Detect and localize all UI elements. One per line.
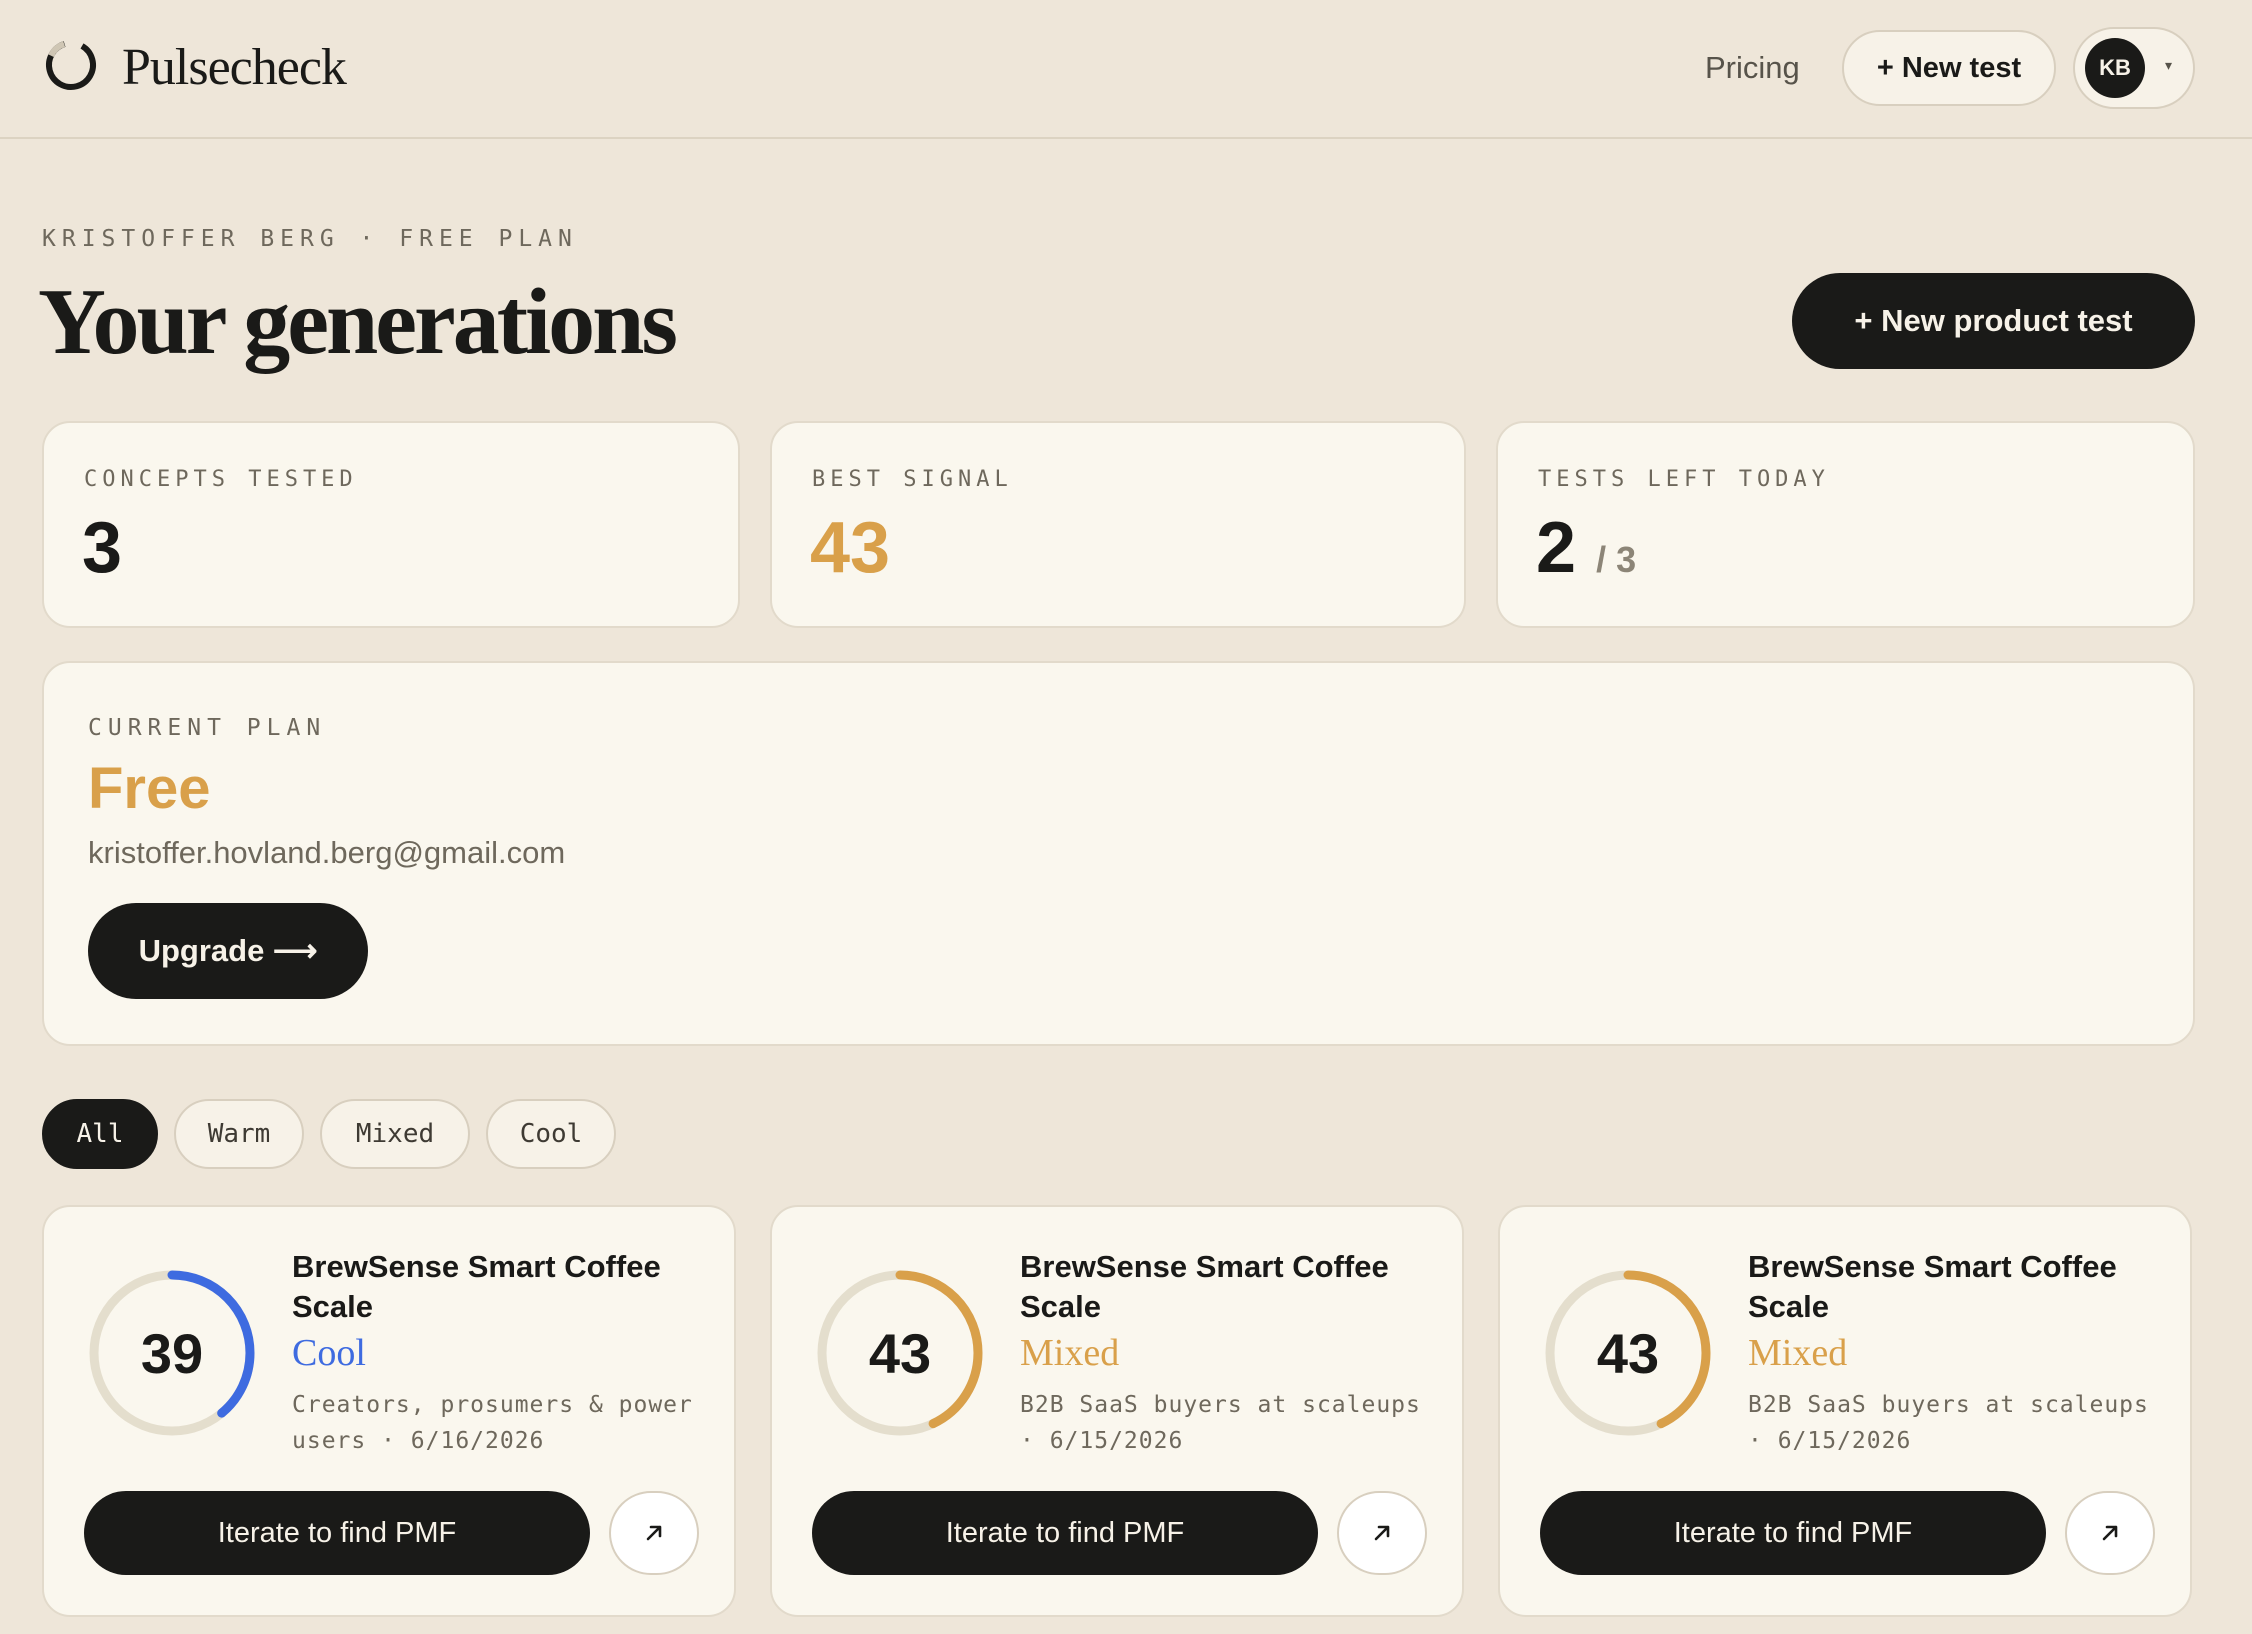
signal-label: Cool bbox=[292, 1332, 366, 1374]
filter-mixed[interactable]: Mixed bbox=[320, 1099, 470, 1169]
open-result-button[interactable] bbox=[609, 1491, 699, 1575]
open-result-button[interactable] bbox=[2065, 1491, 2155, 1575]
top-bar: Pulsecheck Pricing + New test KB ▾ bbox=[0, 0, 2252, 139]
iterate-button[interactable]: Iterate to find PMF bbox=[812, 1491, 1318, 1575]
stat-label: TESTS LEFT TODAY bbox=[1538, 467, 1830, 492]
stat-label: BEST SIGNAL bbox=[812, 467, 1013, 492]
stat-label: CONCEPTS TESTED bbox=[84, 467, 358, 492]
plan-name: Free bbox=[88, 756, 211, 821]
account-email: kristoffer.hovland.berg@gmail.com bbox=[88, 835, 566, 870]
result-card[interactable]: 43 BrewSense Smart Coffee Scale Mixed B2… bbox=[770, 1205, 1464, 1617]
open-result-button[interactable] bbox=[1337, 1491, 1427, 1575]
result-card[interactable]: 39 BrewSense Smart Coffee Scale Cool Cre… bbox=[42, 1205, 736, 1617]
new-product-test-button[interactable]: + New product test bbox=[1792, 273, 2195, 369]
result-meta: Creators, prosumers & power users · 6/16… bbox=[292, 1392, 693, 1454]
stat-card-tests-left: TESTS LEFT TODAY 2 / 3 bbox=[1496, 421, 2195, 628]
chevron-down-icon: ▾ bbox=[2165, 57, 2173, 73]
result-title: BrewSense Smart Coffee Scale bbox=[292, 1249, 661, 1324]
tests-left-total: / 3 bbox=[1596, 539, 1637, 580]
page-title: Your generations bbox=[38, 270, 678, 374]
score-ring: 39 bbox=[86, 1267, 258, 1439]
result-title: BrewSense Smart Coffee Scale bbox=[1748, 1249, 2117, 1324]
signal-label: Mixed bbox=[1748, 1332, 1848, 1374]
stat-card-concepts: CONCEPTS TESTED 3 bbox=[42, 421, 740, 628]
tests-left-count: 2 bbox=[1536, 508, 1577, 588]
filter-cool[interactable]: Cool bbox=[486, 1099, 616, 1169]
iterate-button[interactable]: Iterate to find PMF bbox=[1540, 1491, 2046, 1575]
filter-warm[interactable]: Warm bbox=[174, 1099, 304, 1169]
upgrade-button[interactable]: Upgrade ⟶ bbox=[88, 903, 368, 999]
result-card[interactable]: 43 BrewSense Smart Coffee Scale Mixed B2… bbox=[1498, 1205, 2192, 1617]
account-eyebrow: KRISTOFFER BERG · FREE PLAN bbox=[42, 226, 578, 252]
app-name: Pulsecheck bbox=[122, 39, 347, 96]
plan-label: CURRENT PLAN bbox=[88, 715, 327, 741]
stat-value: 3 bbox=[82, 508, 123, 588]
pricing-link[interactable]: Pricing bbox=[1705, 50, 1800, 86]
score-value: 43 bbox=[1596, 1321, 1660, 1385]
arrow-up-right-icon bbox=[2102, 1525, 2118, 1541]
score-ring: 43 bbox=[1542, 1267, 1714, 1439]
arrow-up-right-icon bbox=[1374, 1525, 1390, 1541]
logo-ring-icon bbox=[42, 36, 100, 99]
user-menu[interactable]: KB ▾ bbox=[2073, 27, 2195, 109]
iterate-button[interactable]: Iterate to find PMF bbox=[84, 1491, 590, 1575]
result-title: BrewSense Smart Coffee Scale bbox=[1020, 1249, 1389, 1324]
score-ring: 43 bbox=[814, 1267, 986, 1439]
stat-value: 43 bbox=[810, 508, 891, 588]
logo[interactable]: Pulsecheck bbox=[42, 36, 347, 99]
score-value: 43 bbox=[868, 1321, 932, 1385]
filter-all[interactable]: All bbox=[42, 1099, 158, 1169]
signal-label: Mixed bbox=[1020, 1332, 1120, 1374]
arrow-up-right-icon bbox=[646, 1525, 662, 1541]
avatar: KB bbox=[2085, 38, 2145, 98]
stat-card-best-signal: BEST SIGNAL 43 bbox=[770, 421, 1466, 628]
result-meta: B2B SaaS buyers at scaleups · 6/15/2026 bbox=[1748, 1392, 2149, 1454]
score-value: 39 bbox=[140, 1321, 204, 1385]
current-plan-card: CURRENT PLAN Free kristoffer.hovland.ber… bbox=[42, 661, 2195, 1046]
result-meta: B2B SaaS buyers at scaleups · 6/15/2026 bbox=[1020, 1392, 1421, 1454]
stat-value: 2 / 3 bbox=[1536, 507, 1636, 589]
new-test-button[interactable]: + New test bbox=[1842, 30, 2056, 106]
